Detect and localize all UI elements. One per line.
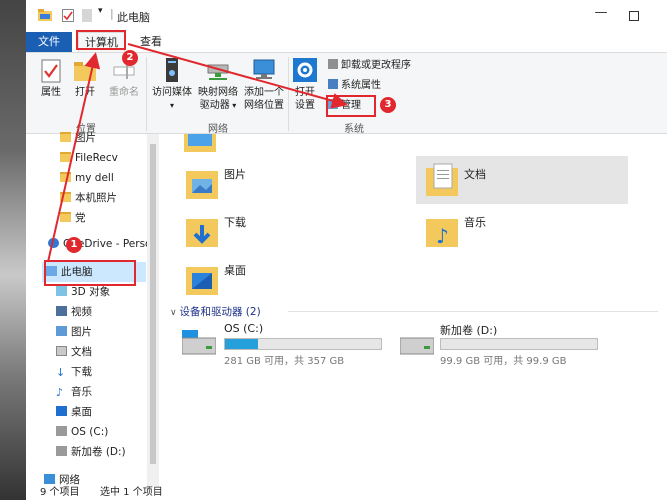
annotation-arrows bbox=[47, 43, 348, 263]
arrow-step-1-to-2 bbox=[47, 52, 101, 263]
highlight-computer-tab bbox=[76, 30, 126, 50]
highlight-manage bbox=[326, 95, 376, 117]
step-badge-2: 2 bbox=[122, 50, 138, 66]
arrow-step-2-to-3 bbox=[127, 43, 348, 109]
step-badge-3: 3 bbox=[380, 97, 396, 113]
step-badge-1: 1 bbox=[66, 237, 82, 253]
desktop-background bbox=[0, 0, 26, 500]
file-explorer-window: ▾ | 此电脑 — 文件 计算机 查看 属性 打开 重命名 位置 访问媒体 ▾ bbox=[26, 0, 667, 500]
highlight-this-pc bbox=[44, 260, 136, 286]
